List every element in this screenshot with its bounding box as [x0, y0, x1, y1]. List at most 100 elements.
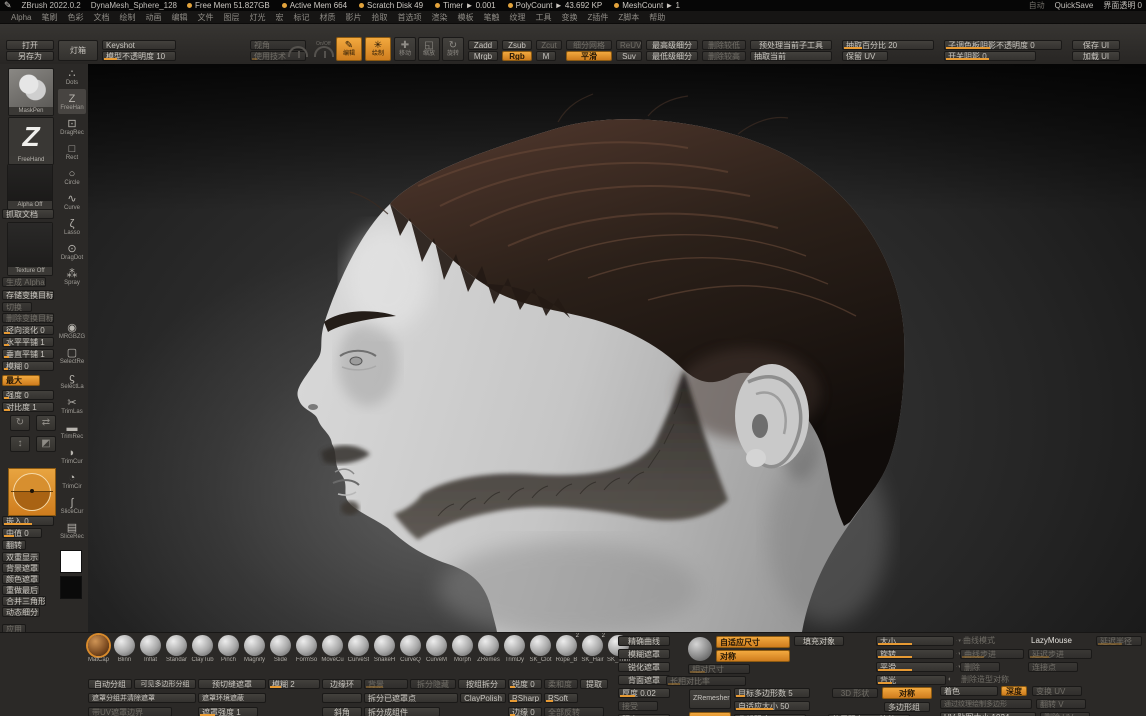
rsharp-slider[interactable]: RSharp — [508, 693, 542, 703]
groups-split-button[interactable]: 按组拆分 — [458, 679, 506, 689]
toggle-shadow-slider[interactable]: 开关阴影 0 — [944, 51, 1036, 61]
stroke-type-item[interactable]: Z FreeHan — [58, 89, 86, 114]
connect-point-button[interactable]: 连接点 — [1028, 662, 1078, 672]
brush-item[interactable]: CurveQ — [398, 635, 423, 663]
viewport-canvas[interactable] — [88, 64, 1146, 632]
menu-item[interactable]: 首选项 — [392, 12, 426, 23]
mid-value-slider[interactable]: 中值 0 — [2, 528, 42, 538]
stroke-type-item[interactable]: ⊙ DragDot — [58, 239, 86, 264]
freeze-border-button[interactable] — [689, 712, 731, 716]
zcut-button[interactable]: Zcut — [536, 40, 562, 50]
zsub-button[interactable]: Zsub — [502, 40, 532, 50]
decimation-percent-slider[interactable]: 抽取百分比 20 — [842, 40, 934, 50]
edge0-slider[interactable]: 边缘 0 — [508, 707, 542, 716]
suv-button[interactable]: Suv — [616, 51, 642, 61]
brush-item[interactable]: Morph — [450, 635, 475, 663]
group-masked-clear-button[interactable]: 遮罩分组并清除遮罩 — [88, 693, 196, 703]
stroke-type-item[interactable]: ⁂ Spray — [58, 264, 86, 289]
smooth-slider[interactable]: 平滑 — [876, 662, 954, 672]
reuv-button[interactable]: ReUV — [616, 40, 642, 50]
fill-object-button[interactable]: 填充对象 — [794, 636, 844, 646]
select-trim-tool-item[interactable]: ▬ TrimRec — [58, 418, 86, 443]
menu-item[interactable]: 模板 — [452, 12, 478, 23]
dyn-subdiv-button[interactable]: 动态细分 — [2, 607, 40, 617]
softness-slider[interactable]: 柔和度 — [544, 679, 578, 689]
grab-doc-button[interactable]: 抓取文档 — [2, 209, 54, 219]
radial-fade-slider[interactable]: 径向淡化 0 — [2, 325, 54, 335]
brush-item[interactable]: Standar — [164, 635, 189, 663]
curve-step-slider[interactable]: 曲线步进 — [960, 649, 1024, 659]
ui-opacity-slider[interactable]: 界面透明 0 — [1103, 0, 1142, 13]
menu-item[interactable]: 帮助 — [644, 12, 670, 23]
keep-uv-button[interactable]: 保留 UV — [842, 51, 888, 61]
menu-item[interactable]: 影片 — [340, 12, 366, 23]
save-as-button[interactable]: 另存为 — [6, 51, 54, 61]
uv-map-size-slider[interactable]: UV 贴图大小 1024 — [940, 712, 1036, 716]
stroke-type-item[interactable]: ○ Circle — [58, 164, 86, 189]
intensity-slider[interactable]: 强度 0 — [2, 390, 54, 400]
secondary-color-swatch[interactable] — [60, 576, 82, 599]
embed-slider[interactable]: 嵌入 0 — [2, 516, 54, 526]
polygroups-button[interactable]: 多边形组 — [884, 702, 930, 712]
highest-subdiv-button[interactable]: 最高级细分 — [646, 40, 698, 50]
select-trim-tool-item[interactable]: ▤ SliceRec — [58, 518, 86, 543]
mask-seam-button[interactable]: 预切缝遮罩 — [198, 679, 266, 689]
symmetry-small-toggle[interactable]: 对称 — [716, 650, 790, 662]
split-parts-button[interactable]: 拆分成组件 — [364, 707, 440, 716]
split-hidden-button[interactable]: 拆分隐藏 — [410, 679, 456, 689]
scale-button[interactable]: ◱ 缩放 — [418, 37, 440, 61]
make-alpha-button[interactable]: 生成 Alpha — [2, 277, 46, 287]
rsoft-slider[interactable]: RSoft — [544, 693, 578, 703]
bevel-button[interactable]: 斜角 — [322, 707, 362, 716]
main-color-swatch[interactable] — [60, 550, 82, 573]
backlight-slider[interactable]: 背光 — [876, 675, 946, 685]
rotation-slider[interactable]: 旋转 — [876, 649, 954, 659]
split-masked-button[interactable]: 拆分已遮罩点 — [364, 693, 458, 703]
brush-item[interactable]: ZRemes — [476, 635, 501, 663]
brush-item[interactable]: Rope_B 2 — [554, 633, 579, 663]
decimate-current-button[interactable]: 抽取当前 — [750, 51, 832, 61]
menu-item[interactable]: 渲染 — [426, 12, 452, 23]
half-circle-icon[interactable]: ◐ — [948, 676, 953, 683]
morph-uv-button[interactable]: 变换 UV — [1032, 686, 1082, 696]
contrast-slider[interactable]: 对比度 1 — [2, 402, 54, 412]
mask-by-uv-button[interactable]: 带UV遮罩边界 — [88, 707, 172, 716]
v-tile-slider[interactable]: 垂直平铺 1 — [2, 349, 54, 359]
backface-mask-button[interactable]: 背面遮罩 — [618, 675, 670, 685]
color-mask-button[interactable]: 颜色遮罩 — [2, 574, 40, 584]
brush-item[interactable]: SK_Hair 2 — [580, 633, 605, 663]
menu-item[interactable]: 变换 — [556, 12, 582, 23]
move-button[interactable]: ✚ 移动 — [394, 37, 416, 61]
extract-button[interactable]: 提取 — [580, 679, 608, 689]
select-trim-tool-item[interactable]: ◔ TrimCir — [58, 468, 86, 493]
quicksave-button[interactable]: QuickSave — [1055, 1, 1094, 10]
adaptive-size-toggle[interactable]: 自适应尺寸 — [716, 636, 790, 648]
brush-item[interactable]: SK_Clot — [528, 635, 553, 663]
zadd-button[interactable]: Zadd — [468, 40, 498, 50]
menu-item[interactable]: 纹理 — [504, 12, 530, 23]
size-slider[interactable]: 大小 — [876, 636, 954, 646]
menu-item[interactable]: Z插件 — [582, 12, 613, 23]
flip-button[interactable]: 翻转 — [2, 540, 26, 550]
menu-item[interactable]: 文件 — [192, 12, 218, 23]
mask-intensity-slider[interactable]: 遮罩强度 1 — [198, 707, 258, 716]
delete-button[interactable]: 删除 — [960, 662, 1000, 672]
stroke-type-item[interactable]: ζ Lasso — [58, 214, 86, 239]
mrgb-button[interactable]: Mrgb — [468, 51, 498, 61]
menu-item[interactable]: 色彩 — [62, 12, 88, 23]
panel-blank-button[interactable] — [322, 693, 362, 703]
menu-item[interactable]: 文档 — [88, 12, 114, 23]
adaptive-size-slider[interactable]: 自适应大小 50 — [734, 701, 810, 711]
menu-item[interactable]: 动画 — [140, 12, 166, 23]
sharpen-mask-button[interactable]: 锐化遮罩 — [618, 662, 670, 672]
accept-button[interactable]: 接受 — [618, 701, 658, 711]
colorize-button[interactable]: 着色 — [940, 686, 998, 696]
menu-item[interactable]: 绘制 — [114, 12, 140, 23]
shape-3d-button[interactable]: 3D 形状 — [832, 688, 878, 698]
brush-item[interactable]: ClayTub — [190, 635, 215, 663]
save-ui-button[interactable]: 保存 UI — [1072, 40, 1120, 50]
stroke-type-item[interactable]: □ Rect — [58, 139, 86, 164]
open-button[interactable]: 打开 — [6, 40, 54, 50]
poly-by-texture-button[interactable]: 通过纹理绘制多边形 — [940, 699, 1032, 709]
double-display-button[interactable]: 双重显示 — [2, 552, 40, 562]
